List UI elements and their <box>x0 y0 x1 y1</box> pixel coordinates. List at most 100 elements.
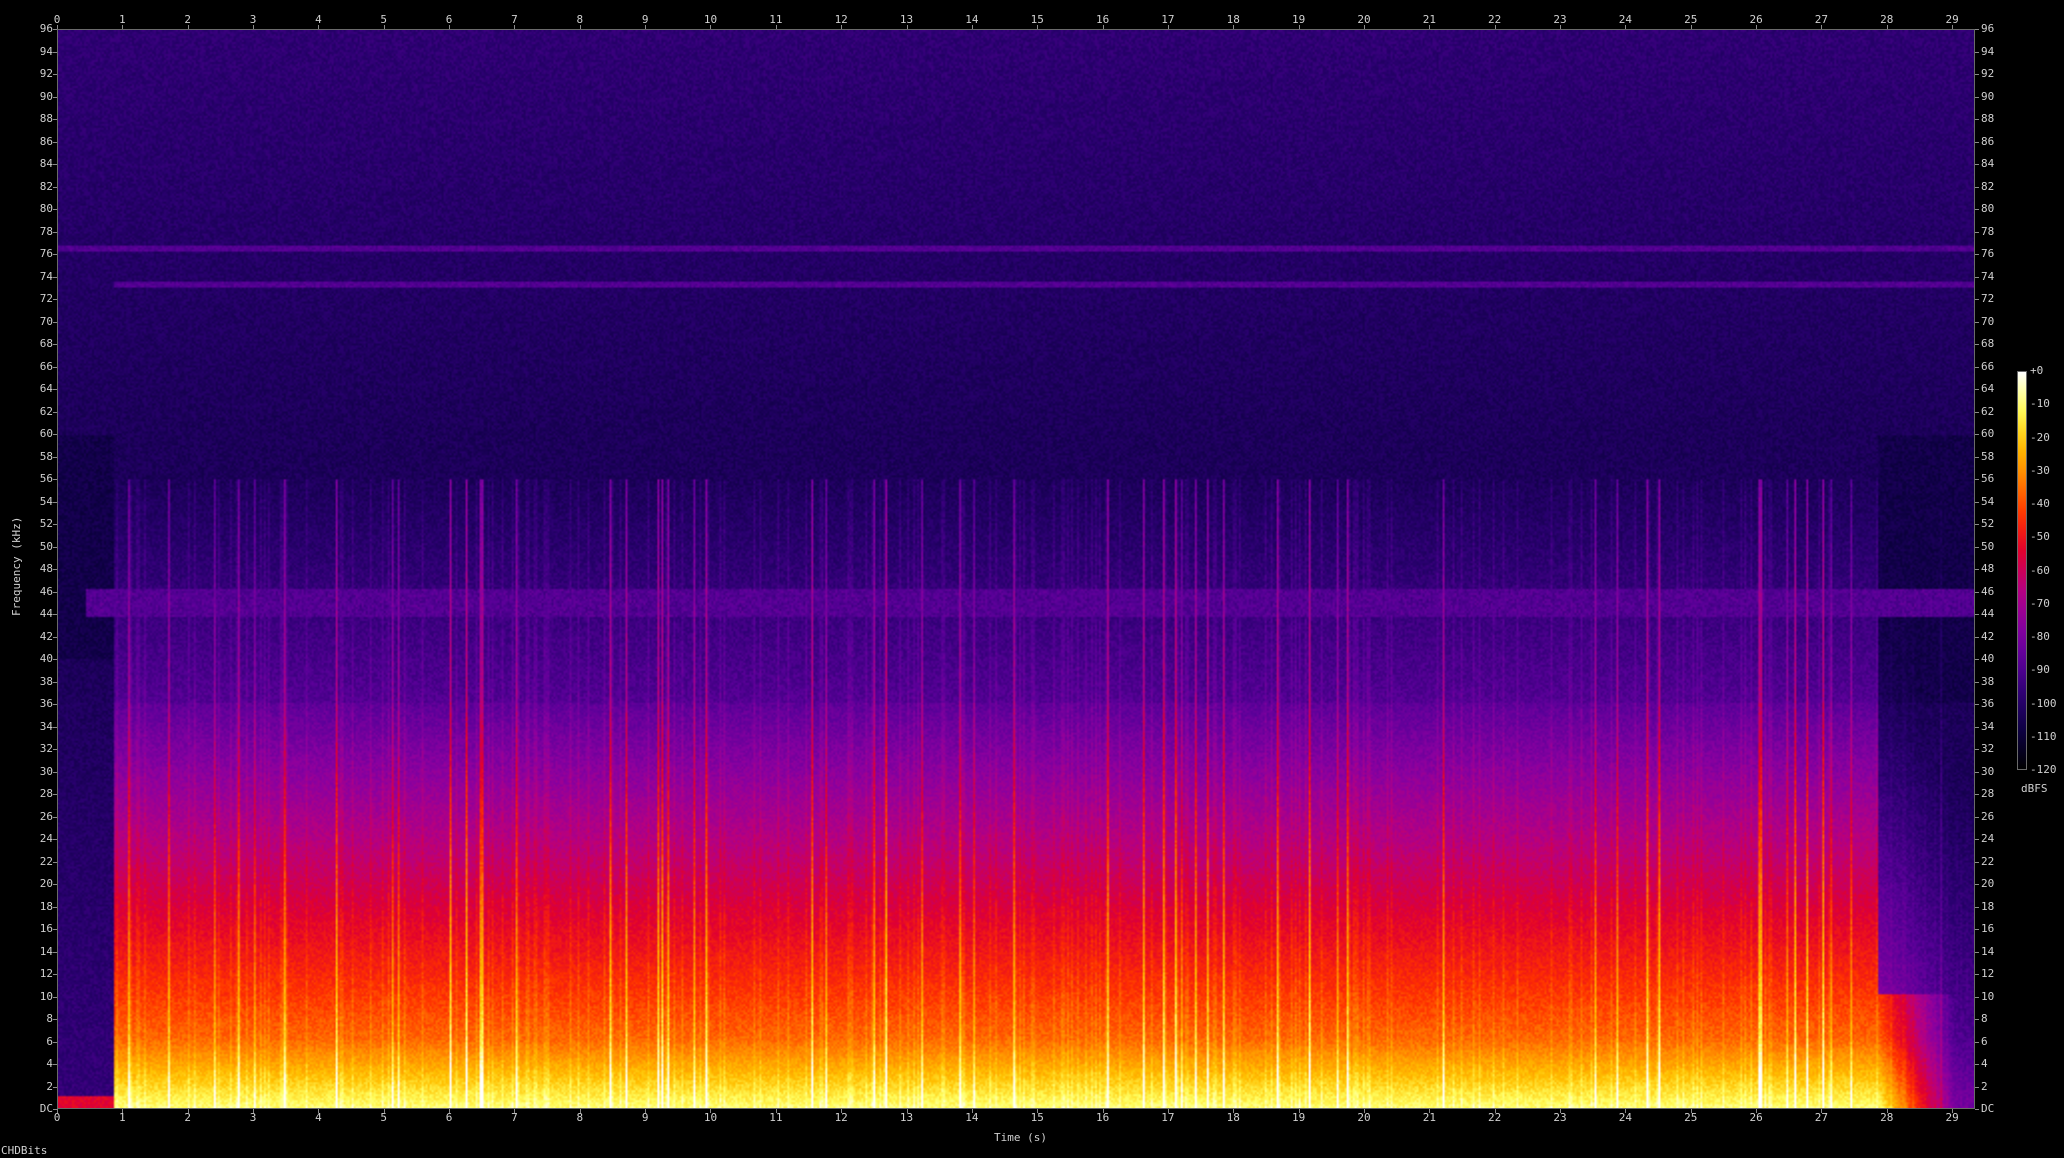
y-tick-label-right: 28 <box>1981 787 1995 800</box>
y-tick-label-left: 38 <box>39 674 53 688</box>
tick-mark <box>1975 209 1979 210</box>
colorbar-tick-label: -20 <box>2030 430 2050 444</box>
tick-mark <box>53 142 57 143</box>
tick-mark <box>1975 974 1979 975</box>
x-tick-label-top: 27 <box>1814 13 1829 26</box>
y-tick-label-right: 60 <box>1981 427 1995 440</box>
tick-mark <box>1821 25 1822 29</box>
tick-mark <box>53 232 57 233</box>
y-tick-label-right: 52 <box>1981 517 1995 530</box>
y-tick-label-left: 50 <box>39 539 53 553</box>
y-tick-label-right: 36 <box>1981 697 1995 710</box>
tick-mark <box>53 997 57 998</box>
x-tick-label-top: 13 <box>899 13 914 26</box>
y-tick-label-right: 38 <box>1981 674 1995 688</box>
colorbar-tick-label: -80 <box>2030 630 2050 643</box>
tick-mark <box>1975 637 1979 638</box>
tick-mark <box>1429 25 1430 29</box>
y-tick-label-left: 62 <box>39 404 53 418</box>
x-tick-label-bottom: 24 <box>1618 1111 1632 1124</box>
y-tick-label-left: 60 <box>39 427 53 440</box>
tick-mark <box>1975 569 1979 570</box>
tick-mark <box>122 25 123 29</box>
x-tick-label-bottom: 22 <box>1488 1111 1502 1124</box>
x-tick-label-bottom: 9 <box>641 1111 649 1124</box>
y-tick-label-left: 94 <box>39 44 53 58</box>
spectrogram-view: 0 1 2 3 4 5 6 7 8 9 10 11 12 13 14 15 16 17 18 19 20 21 22 23 24… <box>0 0 2064 1158</box>
tick-mark <box>53 209 57 210</box>
tick-mark <box>1975 97 1979 98</box>
x-tick-label-bottom: 18 <box>1226 1111 1240 1124</box>
x-tick-label-top: 21 <box>1422 13 1436 26</box>
x-tick-label-bottom: 8 <box>576 1111 584 1124</box>
tick-mark <box>53 299 57 300</box>
x-tick-label-bottom: 1 <box>119 1111 126 1124</box>
tick-mark <box>1975 614 1979 615</box>
tick-mark <box>53 1109 57 1110</box>
tick-mark <box>1975 952 1979 953</box>
y-tick-label-left: 82 <box>39 179 53 193</box>
tick-mark <box>53 704 57 705</box>
y-tick-label-right: 62 <box>1981 404 1995 418</box>
y-tick-label-right: 30 <box>1981 764 1995 778</box>
y-tick-label-right: 86 <box>1981 134 1995 148</box>
y-tick-label-right: 68 <box>1981 337 1995 350</box>
y-tick-label-left: 66 <box>39 359 53 373</box>
y-tick-label-left: 40 <box>39 652 53 665</box>
x-tick-label-bottom: 21 <box>1422 1111 1436 1124</box>
tick-mark <box>1975 659 1979 660</box>
x-tick-label-top: 29 <box>1945 13 1959 26</box>
y-tick-label-right: 4 <box>1981 1057 1988 1070</box>
spectrogram-plot <box>57 29 1975 1109</box>
y-tick-label-left: 32 <box>39 742 53 755</box>
x-tick-label-top: 5 <box>380 13 388 26</box>
y-tick-label-right: 88 <box>1981 112 1995 125</box>
tick-mark <box>1975 547 1979 548</box>
y-tick-label-right: 34 <box>1981 719 1995 733</box>
colorbar-tick-label: -90 <box>2030 663 2050 677</box>
y-tick-label-right: 72 <box>1981 292 1995 305</box>
x-tick-label-bottom: 10 <box>703 1111 718 1124</box>
tick-mark <box>645 1109 646 1113</box>
tick-mark <box>1975 1109 1979 1110</box>
x-tick-label-top: 9 <box>641 13 649 26</box>
y-tick-label-right: 18 <box>1981 899 1995 913</box>
x-tick-label-top: 24 <box>1618 13 1632 26</box>
y-tick-label-left: 20 <box>39 877 53 890</box>
y-tick-label-left: 48 <box>39 562 53 575</box>
y-tick-label-left: 34 <box>39 719 53 733</box>
y-tick-label-left: 26 <box>39 809 53 823</box>
colorbar-tick-label: -100 <box>2030 696 2057 710</box>
y-tick-label-right: 58 <box>1981 449 1995 463</box>
x-tick-label-bottom: 12 <box>834 1111 848 1124</box>
x-tick-label-top: 20 <box>1357 13 1371 26</box>
y-tick-label-left: 74 <box>39 269 53 283</box>
y-tick-label-right: 74 <box>1981 269 1995 283</box>
tick-mark <box>1691 25 1692 29</box>
x-tick-label-top: 0 <box>53 13 61 26</box>
tick-mark <box>1975 592 1979 593</box>
tick-mark <box>53 682 57 683</box>
y-tick-label-right: 26 <box>1981 809 1995 823</box>
tick-mark <box>1103 1109 1104 1113</box>
y-tick-label-right: 44 <box>1981 607 1995 620</box>
tick-mark <box>1975 299 1979 300</box>
tick-mark <box>907 1109 908 1113</box>
tick-mark <box>53 344 57 345</box>
tick-mark <box>514 25 515 29</box>
y-tick-label-left: 68 <box>39 337 53 350</box>
tick-mark <box>1495 25 1496 29</box>
tick-mark <box>1975 862 1979 863</box>
tick-mark <box>53 614 57 615</box>
tick-mark <box>907 25 908 29</box>
tick-mark <box>1975 749 1979 750</box>
tick-mark <box>53 524 57 525</box>
x-tick-label-bottom: 29 <box>1945 1111 1959 1124</box>
y-tick-label-left: 12 <box>39 967 53 980</box>
tick-mark <box>53 1019 57 1020</box>
tick-mark <box>253 25 254 29</box>
y-tick-label-right: 94 <box>1981 44 1995 58</box>
tick-mark <box>1975 119 1979 120</box>
x-tick-label-bottom: 2 <box>184 1111 191 1124</box>
y-tick-label-right: 84 <box>1981 157 1995 170</box>
